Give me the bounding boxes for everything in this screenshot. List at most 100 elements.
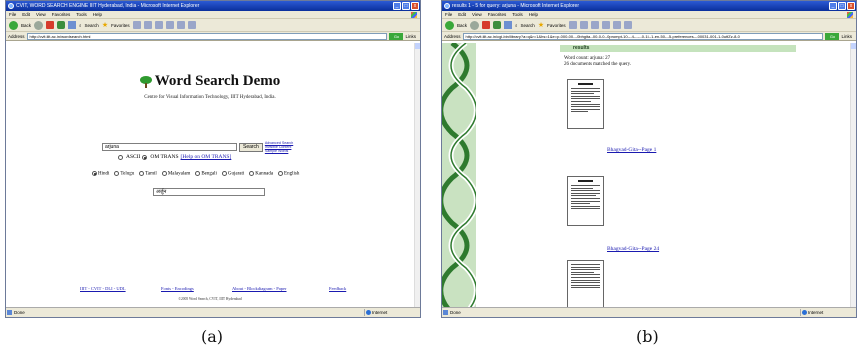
- result-link-2[interactable]: Bhagvad-Gita--Page 24: [607, 246, 659, 252]
- page-title: Word Search Demo: [139, 73, 280, 90]
- favorites-star-icon[interactable]: ★: [538, 21, 544, 29]
- kannada-radio[interactable]: [249, 171, 255, 176]
- menu-tools[interactable]: Tools: [512, 11, 523, 18]
- go-button[interactable]: Go: [825, 32, 840, 40]
- query-input[interactable]: arjuna: [102, 143, 237, 151]
- gujarati-radio[interactable]: [221, 171, 227, 176]
- menu-tools[interactable]: Tools: [76, 11, 87, 18]
- search-icon[interactable]: ⌕: [79, 23, 82, 28]
- security-zone: Internet: [800, 309, 852, 316]
- print-icon[interactable]: [165, 21, 174, 29]
- address-input[interactable]: http://cvit.iiit.ac.in/cgi-bin/library?a…: [462, 32, 824, 40]
- back-label[interactable]: Back: [457, 23, 467, 28]
- search-icon[interactable]: ⌕: [515, 23, 518, 28]
- search-button[interactable]: Search: [239, 142, 263, 152]
- go-button[interactable]: Go: [389, 32, 404, 40]
- forward-arrow-icon[interactable]: [470, 20, 480, 30]
- result-thumbnail-2[interactable]: [567, 176, 604, 226]
- mail-icon[interactable]: [590, 21, 599, 29]
- telugu-label: Telugu: [120, 171, 135, 177]
- menu-view[interactable]: View: [36, 11, 46, 18]
- refresh-icon[interactable]: [493, 21, 502, 29]
- history-icon[interactable]: [143, 21, 152, 29]
- folder-icon[interactable]: [176, 21, 185, 29]
- browser-window-b: results 1 - 5 for query: arjuna - Micros…: [441, 0, 857, 318]
- footer-fonts-links[interactable]: Fonts - Encodings: [161, 286, 194, 291]
- back-label[interactable]: Back: [21, 23, 31, 28]
- back-arrow-icon[interactable]: [445, 20, 454, 30]
- vertical-scrollbar[interactable]: [850, 43, 856, 307]
- copyright: ©2005 Word Search, CVIT, IIIT Hyderabad: [178, 297, 242, 301]
- omtrans-radio[interactable]: [142, 154, 148, 160]
- search-label[interactable]: Search: [85, 23, 99, 28]
- sample-words-link[interactable]: Sample Words: [265, 149, 293, 153]
- page-icon: [7, 310, 12, 315]
- menu-file[interactable]: File: [445, 11, 452, 18]
- help-omtrans-link[interactable]: [Help on OM TRANS]: [181, 154, 232, 160]
- vertical-scrollbar[interactable]: [414, 43, 420, 307]
- minimize-button[interactable]: _: [393, 2, 401, 10]
- menu-help[interactable]: Help: [529, 11, 538, 18]
- home-icon[interactable]: [68, 21, 77, 29]
- stop-icon[interactable]: [482, 21, 491, 29]
- refresh-icon[interactable]: [57, 21, 66, 29]
- page-subtitle: Centre for Visual Information Technology…: [144, 94, 276, 100]
- toolbar: Back ⌕ Search ★ Favorites: [6, 19, 420, 32]
- menu-edit[interactable]: Edit: [458, 11, 466, 18]
- scroll-up-icon[interactable]: [415, 43, 420, 49]
- folder-icon[interactable]: [612, 21, 621, 29]
- english-radio[interactable]: [278, 171, 284, 176]
- footer-feedback-link[interactable]: Feedback: [329, 286, 346, 291]
- menu-favorites[interactable]: Favorites: [52, 11, 71, 18]
- forward-arrow-icon[interactable]: [34, 20, 44, 30]
- hindi-radio[interactable]: [92, 171, 97, 176]
- close-button[interactable]: x: [847, 2, 855, 10]
- back-arrow-icon[interactable]: [9, 20, 18, 30]
- search-label[interactable]: Search: [521, 23, 535, 28]
- windows-logo-icon: [847, 12, 853, 18]
- messenger-icon[interactable]: [623, 21, 632, 29]
- result-link-1[interactable]: Bhagvad-Gita--Page 1: [607, 147, 656, 153]
- menu-file[interactable]: File: [9, 11, 16, 18]
- address-bar: Address http://cvit.iiit.ac.in/wordsearc…: [6, 32, 420, 41]
- bengali-label: Bengali: [201, 171, 217, 177]
- print-icon[interactable]: [601, 21, 610, 29]
- links-button[interactable]: Links: [841, 34, 856, 39]
- telugu-radio[interactable]: [114, 171, 120, 176]
- history-icon[interactable]: [579, 21, 588, 29]
- transliterated-query-input[interactable]: अर्जुन: [153, 188, 265, 196]
- result-thumbnail-1[interactable]: [567, 79, 604, 129]
- malayalam-radio[interactable]: [161, 171, 167, 176]
- ascii-radio[interactable]: [118, 154, 123, 160]
- english-label: English: [284, 171, 300, 177]
- favorites-star-icon[interactable]: ★: [102, 21, 108, 29]
- footer-about-links[interactable]: About - Blockdiagram - Paper: [232, 286, 287, 291]
- minimize-button[interactable]: _: [829, 2, 837, 10]
- address-label: Address: [444, 33, 461, 39]
- close-button[interactable]: x: [411, 2, 419, 10]
- home-icon[interactable]: [504, 21, 513, 29]
- media-icon[interactable]: [132, 21, 141, 29]
- footer-iiit-links[interactable]: IIIT - CVIT - DLI - UDL: [80, 286, 126, 291]
- stop-icon[interactable]: [46, 21, 55, 29]
- menu-view[interactable]: View: [472, 11, 482, 18]
- menu-bar: File Edit View Favorites Tools Help: [6, 11, 420, 19]
- favorites-label[interactable]: Favorites: [547, 23, 566, 28]
- maximize-button[interactable]: □: [838, 2, 846, 10]
- address-input[interactable]: http://cvit.iiit.ac.in/wordsearch.html: [26, 32, 388, 40]
- mail-icon[interactable]: [154, 21, 163, 29]
- menu-help[interactable]: Help: [93, 11, 102, 18]
- result-thumbnail-3[interactable]: [567, 260, 604, 307]
- tamil-radio[interactable]: [139, 171, 145, 176]
- menu-favorites[interactable]: Favorites: [488, 11, 507, 18]
- favorites-label[interactable]: Favorites: [111, 23, 130, 28]
- links-button[interactable]: Links: [405, 34, 420, 39]
- scroll-up-icon[interactable]: [851, 43, 856, 49]
- maximize-button[interactable]: □: [402, 2, 410, 10]
- media-icon[interactable]: [568, 21, 577, 29]
- zone-label: Internet: [372, 310, 388, 315]
- page-icon: [443, 310, 448, 315]
- menu-edit[interactable]: Edit: [22, 11, 30, 18]
- bengali-radio[interactable]: [195, 171, 201, 176]
- messenger-icon[interactable]: [187, 21, 196, 29]
